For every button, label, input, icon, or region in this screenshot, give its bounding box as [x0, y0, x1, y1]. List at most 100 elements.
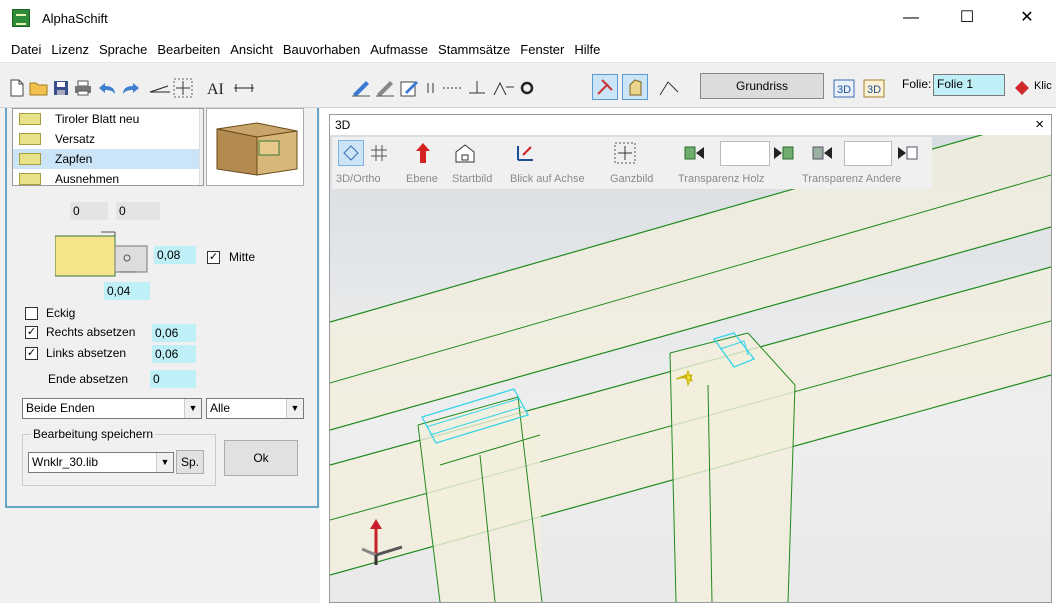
tenon-diagram — [54, 226, 155, 282]
dotted-line-icon[interactable] — [442, 77, 464, 99]
list-item[interactable]: Tiroler Blatt neu — [13, 109, 203, 129]
text-tool-icon[interactable]: AI — [206, 77, 228, 99]
menu-hilfe[interactable]: Hilfe — [569, 38, 605, 62]
view-3d-titlebar: 3D × — [330, 115, 1051, 135]
transparency-andere-increase-icon[interactable] — [894, 140, 920, 166]
folie-label: Folie: — [902, 77, 932, 91]
ende-absetzen-label: Ende absetzen — [48, 372, 129, 386]
corner-joint-icon[interactable] — [466, 77, 488, 99]
gear-icon[interactable] — [516, 77, 538, 99]
rechts-absetzen-label: Rechts absetzen — [46, 325, 136, 339]
pencil-blue-icon[interactable] — [350, 77, 372, 99]
chevron-down-icon[interactable]: ▼ — [156, 453, 173, 472]
maximize-button[interactable]: ☐ — [944, 0, 990, 36]
menu-stammsaetze[interactable]: Stammsätze — [433, 38, 515, 62]
view-3d-alt-icon[interactable]: 3D — [862, 75, 888, 101]
transparency-andere-field[interactable] — [844, 141, 892, 166]
ortho-label: 3D/Ortho — [336, 173, 381, 185]
transparency-holz-increase-icon[interactable] — [770, 140, 796, 166]
menu-sprache[interactable]: Sprache — [94, 38, 152, 62]
minimize-button[interactable]: — — [888, 0, 934, 36]
tools-icon[interactable] — [592, 74, 618, 100]
joint-type-list[interactable]: Tiroler Blatt neu Versatz Zapfen Ausnehm… — [12, 108, 204, 186]
versatz-icon — [19, 133, 41, 145]
ganzbild-label: Ganzbild — [610, 173, 654, 185]
save-icon[interactable] — [50, 77, 72, 99]
links-absetzen-value[interactable]: 0,06 — [152, 345, 196, 363]
library-file-select[interactable]: Wnklr_30.lib ▼ — [28, 452, 174, 473]
eckig-checkbox[interactable] — [25, 307, 38, 320]
startbild-label: Startbild — [452, 173, 493, 185]
move-arrows-icon[interactable] — [172, 77, 194, 99]
menu-ansicht[interactable]: Ansicht — [225, 38, 278, 62]
transparency-holz-decrease-icon[interactable] — [682, 140, 708, 166]
view-3d-close-button[interactable]: × — [1035, 116, 1044, 133]
list-item-selected[interactable]: Zapfen — [13, 149, 203, 169]
title-bar: AlphaSchift — ☐ ✕ — [0, 0, 1056, 38]
edit-box-icon[interactable] — [398, 77, 420, 99]
top-left-value[interactable]: 0 — [70, 202, 108, 220]
undo-icon[interactable] — [96, 77, 118, 99]
menu-datei[interactable]: Datei — [6, 38, 46, 62]
fit-all-icon[interactable] — [612, 140, 638, 166]
zapfen-icon — [19, 153, 41, 165]
menu-bauvorhaben[interactable]: Bauvorhaben — [278, 38, 365, 62]
rechts-absetzen-checkbox[interactable]: ✓ — [25, 326, 38, 339]
pause-lines-icon[interactable] — [420, 77, 442, 99]
scroll-down-icon[interactable]: ▼ — [203, 165, 204, 175]
ortho-toggle-icon[interactable] — [338, 140, 364, 166]
roof-element-icon[interactable] — [492, 77, 514, 99]
timber-model[interactable] — [330, 135, 1051, 602]
menu-aufmasse[interactable]: Aufmasse — [365, 38, 433, 62]
ausnehmen-icon — [19, 173, 41, 185]
close-button[interactable]: ✕ — [1004, 0, 1050, 36]
links-absetzen-checkbox[interactable]: ✓ — [25, 347, 38, 360]
view-3d-icon[interactable]: 3D — [832, 75, 858, 101]
tiroler-blatt-icon — [19, 113, 41, 125]
plane-arrow-icon[interactable] — [410, 140, 436, 166]
pencil-grey-icon[interactable] — [374, 77, 396, 99]
transparenz-andere-label: Transparenz Andere — [802, 173, 902, 185]
transparency-holz-field[interactable] — [720, 141, 770, 166]
ok-button[interactable]: Ok — [224, 440, 298, 476]
joint-preview-image — [206, 108, 304, 186]
achse-label: Blick auf Achse — [510, 173, 585, 185]
axis-view-icon[interactable] — [512, 140, 538, 166]
ends-select[interactable]: Beide Enden ▼ — [22, 398, 202, 419]
measure-icon[interactable] — [232, 77, 254, 99]
save-library-button[interactable]: Sp. — [176, 450, 204, 474]
view-3d-toolbar: 3D/Ortho Ebene Startbild Blick auf Achse… — [332, 137, 932, 189]
ebene-label: Ebene — [406, 173, 438, 185]
list-item[interactable]: Ausnehmen — [13, 169, 203, 185]
rechts-absetzen-value[interactable]: 0,06 — [152, 324, 196, 342]
folie-input[interactable]: Folie 1 — [933, 74, 1005, 96]
menu-fenster[interactable]: Fenster — [515, 38, 569, 62]
ende-absetzen-value[interactable]: 0 — [150, 370, 196, 388]
dimension-line-icon[interactable] — [148, 77, 170, 99]
menu-bar: Datei Lizenz Sprache Bearbeiten Ansicht … — [0, 38, 1056, 62]
grid-icon[interactable] — [366, 140, 392, 166]
right-offset-value[interactable]: 0,08 — [154, 246, 196, 264]
polyline-icon[interactable] — [658, 77, 680, 99]
mitte-checkbox[interactable]: ✓ — [207, 251, 220, 264]
redo-icon[interactable] — [120, 77, 142, 99]
menu-lizenz[interactable]: Lizenz — [46, 38, 94, 62]
clip-label[interactable]: Klic — [1034, 80, 1052, 92]
chevron-down-icon[interactable]: ▼ — [286, 399, 303, 418]
home-view-icon[interactable] — [452, 140, 478, 166]
list-scrollbar[interactable]: ▼ — [199, 109, 204, 185]
bottom-offset-value[interactable]: 0,04 — [104, 282, 150, 300]
transparency-andere-decrease-icon[interactable] — [810, 140, 836, 166]
chevron-down-icon[interactable]: ▼ — [184, 399, 201, 418]
grundriss-button[interactable]: Grundriss — [700, 73, 824, 99]
3d-viewport[interactable]: 3D/Ortho Ebene Startbild Blick auf Achse… — [330, 135, 1051, 602]
list-item[interactable]: Versatz — [13, 129, 203, 149]
select-hand-icon[interactable] — [622, 74, 648, 100]
new-file-icon[interactable] — [6, 77, 28, 99]
clip-diamond-icon[interactable] — [1012, 77, 1032, 99]
print-icon[interactable] — [72, 77, 94, 99]
top-right-value[interactable]: 0 — [116, 202, 160, 220]
open-folder-icon[interactable] — [28, 77, 50, 99]
menu-bearbeiten[interactable]: Bearbeiten — [152, 38, 225, 62]
scope-select[interactable]: Alle ▼ — [206, 398, 304, 419]
